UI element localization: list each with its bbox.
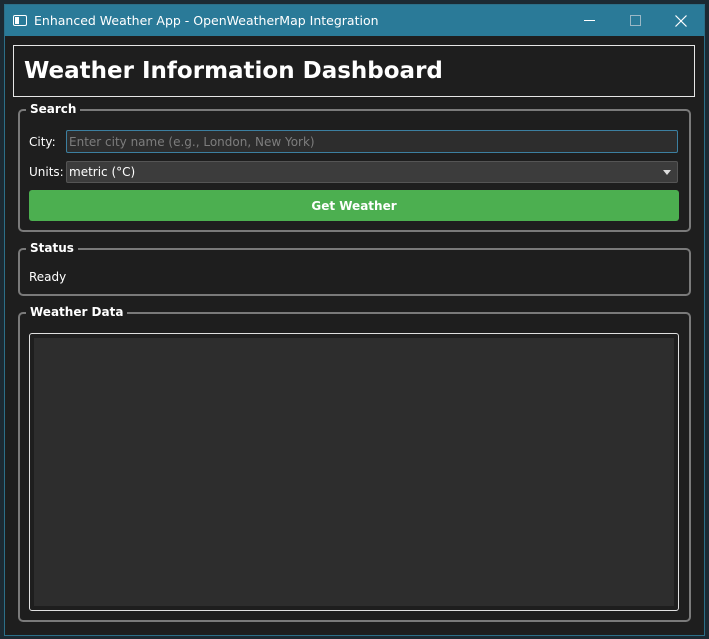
maximize-button[interactable]	[612, 5, 658, 36]
units-label: Units:	[29, 165, 64, 179]
units-dropdown[interactable]: metric (°C)	[66, 161, 678, 183]
city-label: City:	[29, 135, 56, 149]
maximize-icon	[629, 15, 641, 26]
weather-data-textarea[interactable]	[29, 333, 679, 611]
app-window: Enhanced Weather App - OpenWeatherMap In…	[4, 4, 705, 636]
page-title: Weather Information Dashboard	[24, 58, 443, 84]
search-group: Search City: Units: metric (°C) Get Weat…	[18, 102, 691, 232]
minimize-icon	[583, 20, 595, 21]
header-panel: Weather Information Dashboard	[13, 45, 695, 97]
weather-data-group-title: Weather Data	[26, 305, 128, 319]
chevron-down-icon	[663, 170, 671, 175]
weather-data-group: Weather Data	[18, 305, 691, 622]
status-group-title: Status	[26, 241, 78, 255]
city-input[interactable]	[66, 130, 678, 153]
units-selected-value: metric (°C)	[69, 165, 136, 179]
close-button[interactable]	[658, 5, 704, 36]
window-controls	[566, 5, 704, 36]
status-group: Status Ready	[18, 241, 691, 296]
title-bar[interactable]: Enhanced Weather App - OpenWeatherMap In…	[5, 5, 704, 36]
close-icon	[675, 14, 687, 27]
status-text: Ready	[29, 270, 67, 284]
weather-data-content	[34, 338, 674, 606]
app-window-icon	[13, 15, 27, 26]
search-group-title: Search	[26, 102, 81, 116]
window-title: Enhanced Weather App - OpenWeatherMap In…	[34, 13, 379, 28]
minimize-button[interactable]	[566, 5, 612, 36]
get-weather-button[interactable]: Get Weather	[29, 190, 679, 221]
